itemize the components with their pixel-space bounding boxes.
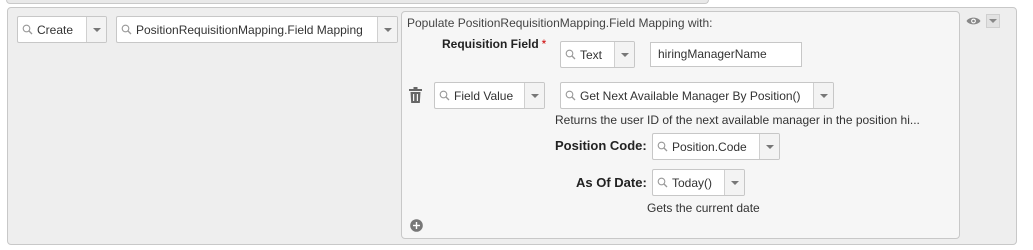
chevron-down-icon[interactable] (86, 17, 106, 42)
populate-panel: Populate PositionRequisitionMapping.Fiel… (401, 11, 960, 239)
chevron-down-icon[interactable] (614, 42, 634, 67)
function-description: Returns the user ID of the next availabl… (555, 113, 920, 127)
chevron-down-icon (989, 19, 997, 23)
target-select-value: PositionRequisitionMapping.Field Mapping (136, 22, 363, 37)
as-of-date-value: Today() (672, 175, 713, 190)
field-type-select[interactable]: Text (560, 41, 635, 68)
row-menu-button[interactable] (986, 14, 1000, 28)
requisition-field-label: Requisition Field * (442, 37, 546, 51)
search-icon (653, 134, 671, 159)
eye-icon[interactable] (965, 14, 981, 28)
value-source-value: Field Value (454, 88, 514, 103)
top-strip (6, 0, 709, 4)
search-icon (561, 42, 579, 67)
requisition-field-label-text: Requisition Field (442, 37, 539, 51)
action-select[interactable]: Create (17, 16, 107, 43)
function-select[interactable]: Get Next Available Manager By Position() (560, 82, 834, 109)
as-of-date-description: Gets the current date (647, 201, 760, 215)
search-icon (561, 83, 579, 108)
chevron-down-icon[interactable] (759, 134, 779, 159)
search-icon (435, 83, 453, 108)
position-code-select[interactable]: Position.Code (652, 133, 780, 160)
required-mark: * (541, 37, 547, 51)
field-type-value: Text (580, 47, 603, 62)
value-source-select[interactable]: Field Value (434, 82, 545, 109)
search-icon (18, 17, 36, 42)
panel-heading: Populate PositionRequisitionMapping.Fiel… (407, 16, 713, 30)
position-code-value: Position.Code (672, 139, 747, 154)
function-select-value: Get Next Available Manager By Position() (580, 88, 801, 103)
action-select-value: Create (37, 22, 74, 37)
plus-circle-icon[interactable] (409, 218, 423, 232)
chevron-down-icon[interactable] (724, 170, 744, 195)
position-code-label: Position Code: (555, 138, 647, 153)
chevron-down-icon[interactable] (377, 17, 397, 42)
requisition-field-input[interactable]: hiringManagerName (650, 42, 802, 67)
chevron-down-icon[interactable] (524, 83, 544, 108)
trash-icon[interactable] (408, 86, 422, 104)
chevron-down-icon[interactable] (813, 83, 833, 108)
as-of-date-label: As Of Date: (576, 175, 647, 190)
target-select[interactable]: PositionRequisitionMapping.Field Mapping (116, 16, 398, 43)
search-icon (653, 170, 671, 195)
search-icon (117, 17, 135, 42)
as-of-date-select[interactable]: Today() (652, 169, 745, 196)
